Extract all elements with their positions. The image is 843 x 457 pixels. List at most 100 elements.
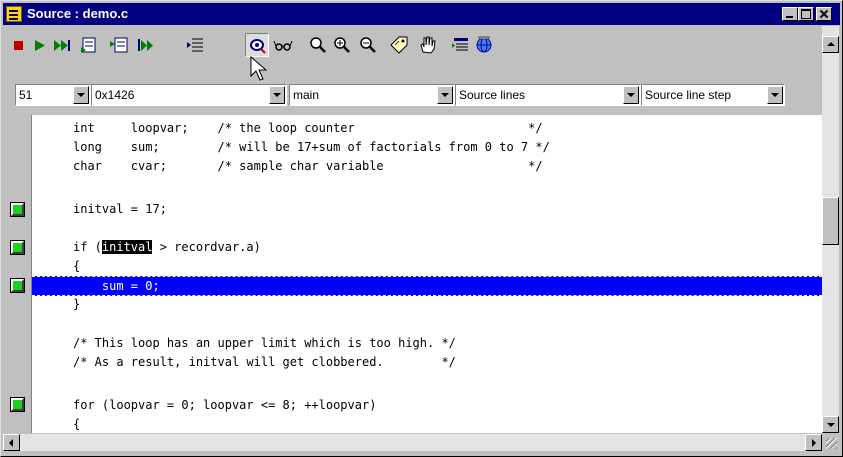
list-arrow-icon <box>187 38 203 52</box>
arrow-down-icon <box>827 423 835 427</box>
location-bar: 51 0x1426 main Source lines Source line … <box>3 82 822 112</box>
code-text: if (initval > recordvar.a) <box>73 240 261 254</box>
code-line[interactable]: initval = 17; <box>32 199 822 219</box>
minimize-button[interactable] <box>782 7 798 21</box>
debug-toolbar <box>3 26 823 74</box>
code-text: { <box>73 417 81 431</box>
eye-pointer-icon <box>250 39 266 54</box>
list-icon <box>452 38 468 51</box>
function-combo[interactable]: main <box>289 84 455 106</box>
horizontal-scrollbar[interactable] <box>3 434 822 451</box>
fast-forward-icon <box>54 40 70 51</box>
code-line[interactable]: if (initval > recordvar.a) <box>32 237 822 257</box>
code-text-suffix: > recordvar.a) <box>152 240 261 254</box>
line-number-value: 51 <box>19 88 33 102</box>
chevron-down-icon <box>441 93 449 97</box>
code-line[interactable]: /* As a result, initval will get clobber… <box>32 352 822 372</box>
arrow-right-icon <box>812 439 816 447</box>
source-code-view[interactable]: int loopvar; /* the loop counter */ long… <box>32 115 822 433</box>
run-button[interactable] <box>28 33 52 57</box>
function-dropdown-button[interactable] <box>437 86 453 104</box>
code-text: int loopvar; /* the loop counter */ <box>73 121 543 135</box>
code-line[interactable]: { <box>32 414 822 433</box>
list-button[interactable] <box>449 33 473 57</box>
code-text: /* As a result, initval will get clobber… <box>73 355 456 369</box>
arrow-left-icon <box>9 439 13 447</box>
zoom-in-button[interactable] <box>330 33 354 57</box>
step-mode-value: Source line step <box>645 88 732 102</box>
chevron-down-icon <box>77 93 85 97</box>
code-line[interactable]: int loopvar; /* the loop counter */ <box>32 118 822 138</box>
code-text: initval = 17; <box>73 202 167 216</box>
code-line[interactable]: /* This loop has an upper limit which is… <box>32 333 822 353</box>
go-to-line-button[interactable] <box>184 33 208 57</box>
selected-identifier[interactable]: initval <box>101 240 153 254</box>
chevron-down-icon <box>273 93 281 97</box>
zoom-button[interactable] <box>306 33 330 57</box>
address-dropdown-button[interactable] <box>269 86 285 104</box>
globe-button[interactable] <box>472 33 496 57</box>
magnifier-plus-icon <box>334 37 350 53</box>
breakpoint-marker[interactable] <box>10 278 25 293</box>
code-line[interactable]: long sum; /* will be 17+sum of factorial… <box>32 137 822 157</box>
code-line[interactable]: char cvar; /* sample char variable */ <box>32 156 822 176</box>
globe-icon <box>476 36 492 53</box>
code-text: long sum; /* will be 17+sum of factorial… <box>73 140 550 154</box>
step-into-button[interactable] <box>78 33 102 57</box>
watch-point-button[interactable] <box>245 33 269 57</box>
step-over-button[interactable] <box>107 33 131 57</box>
tag-icon <box>390 36 408 54</box>
scroll-up-button[interactable] <box>822 36 839 53</box>
breakpoint-gutter[interactable] <box>3 115 32 433</box>
scroll-right-button[interactable] <box>805 434 822 451</box>
title-bar[interactable]: Source : demo.c <box>3 3 840 25</box>
chevron-down-icon <box>627 93 635 97</box>
glasses-icon <box>273 40 293 51</box>
step-mode-combo[interactable]: Source line step <box>641 84 785 106</box>
code-text-prefix: if ( <box>73 240 102 254</box>
app-icon[interactable] <box>6 6 22 22</box>
source-window: Source : demo.c 51 0x1426 main Source li… <box>0 0 843 457</box>
tag-button[interactable] <box>387 33 411 57</box>
breakpoint-marker[interactable] <box>10 202 25 217</box>
stop-icon <box>14 41 23 50</box>
step-out-button[interactable] <box>134 33 158 57</box>
hand-button[interactable] <box>415 33 439 57</box>
code-text: sum = 0; <box>73 279 160 293</box>
maximize-button[interactable] <box>798 7 814 21</box>
code-line[interactable]: } <box>32 294 822 314</box>
breakpoint-marker[interactable] <box>10 240 25 255</box>
play-icon <box>35 40 45 51</box>
function-value: main <box>293 88 320 102</box>
close-button[interactable] <box>816 7 832 21</box>
vertical-scrollbar[interactable] <box>822 26 839 433</box>
code-text: char cvar; /* sample char variable */ <box>73 159 543 173</box>
run-to-end-button[interactable] <box>50 33 74 57</box>
magnifier-icon <box>310 37 326 53</box>
view-mode-value: Source lines <box>459 88 526 102</box>
code-line[interactable]: for (loopvar = 0; loopvar <= 8; ++loopva… <box>32 395 822 415</box>
breakpoint-marker[interactable] <box>10 397 25 412</box>
line-number-dropdown-button[interactable] <box>73 86 89 104</box>
zoom-out-button[interactable] <box>356 33 380 57</box>
resize-grip[interactable] <box>822 434 839 451</box>
glasses-button[interactable] <box>271 33 295 57</box>
view-mode-combo[interactable]: Source lines <box>455 84 641 106</box>
chevron-down-icon <box>771 93 779 97</box>
code-line[interactable]: { <box>32 256 822 276</box>
window-title: Source : demo.c <box>27 6 129 21</box>
current-execution-line[interactable]: sum = 0; <box>32 276 822 296</box>
line-number-combo[interactable]: 51 <box>15 84 91 106</box>
magnifier-minus-icon <box>360 37 376 53</box>
scroll-down-button[interactable] <box>822 416 839 433</box>
address-combo[interactable]: 0x1426 <box>91 84 287 106</box>
scroll-left-button[interactable] <box>3 434 20 451</box>
step-mode-dropdown-button[interactable] <box>767 86 783 104</box>
step-into-icon <box>81 37 96 53</box>
code-text: for (loopvar = 0; loopvar <= 8; ++loopva… <box>73 398 377 412</box>
code-text: /* This loop has an upper limit which is… <box>73 336 456 350</box>
code-text: { <box>73 259 81 273</box>
scroll-thumb[interactable] <box>822 197 839 245</box>
code-text: } <box>73 297 81 311</box>
view-mode-dropdown-button[interactable] <box>623 86 639 104</box>
